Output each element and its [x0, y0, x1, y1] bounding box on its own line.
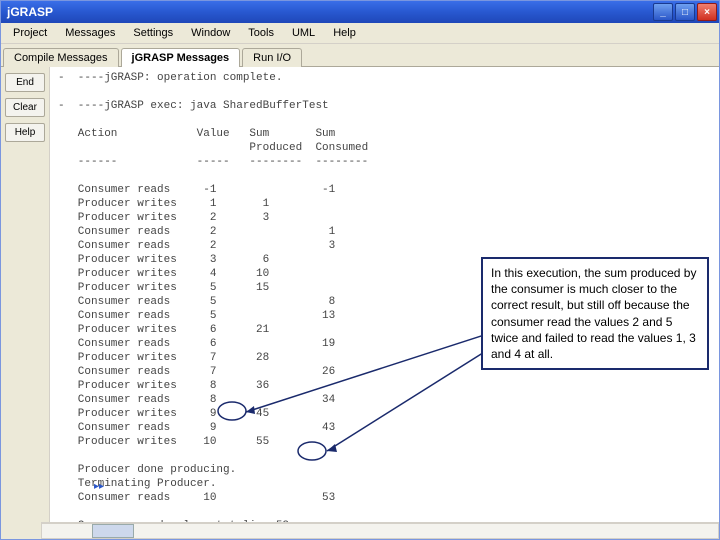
menu-tools[interactable]: Tools	[240, 25, 282, 41]
menu-messages[interactable]: Messages	[57, 25, 123, 41]
minimize-button[interactable]: _	[653, 3, 673, 21]
clear-button[interactable]: Clear	[5, 98, 45, 117]
menu-project[interactable]: Project	[5, 25, 55, 41]
app-window: jGRASP _ □ × Project Messages Settings W…	[0, 0, 720, 540]
end-button[interactable]: End	[5, 73, 45, 92]
help-button[interactable]: Help	[5, 123, 45, 142]
content-body: End Clear Help - ----jGRASP: operation c…	[1, 67, 719, 525]
close-button[interactable]: ×	[697, 3, 717, 21]
menubar: Project Messages Settings Window Tools U…	[1, 23, 719, 44]
horizontal-scrollbar[interactable]	[41, 522, 719, 539]
menu-settings[interactable]: Settings	[125, 25, 181, 41]
menu-help[interactable]: Help	[325, 25, 364, 41]
window-controls: _ □ ×	[653, 3, 717, 21]
tab-jgrasp-messages[interactable]: jGRASP Messages	[121, 48, 241, 67]
scrollbar-track[interactable]	[41, 523, 719, 539]
tab-strip: Compile Messages jGRASP Messages Run I/O	[1, 44, 719, 67]
menu-window[interactable]: Window	[183, 25, 238, 41]
tab-compile-messages[interactable]: Compile Messages	[3, 48, 119, 67]
tab-run-io[interactable]: Run I/O	[242, 48, 302, 67]
titlebar: jGRASP _ □ ×	[1, 1, 719, 23]
annotation-callout: In this execution, the sum produced by t…	[481, 257, 709, 370]
output-panel[interactable]: - ----jGRASP: operation complete. - ----…	[50, 67, 719, 525]
app-title: jGRASP	[7, 5, 53, 19]
scrollbar-thumb[interactable]	[92, 524, 134, 538]
collapse-icon[interactable]: ▸▸	[94, 481, 108, 495]
menu-uml[interactable]: UML	[284, 25, 323, 41]
left-button-bar: End Clear Help	[1, 67, 50, 525]
maximize-button[interactable]: □	[675, 3, 695, 21]
